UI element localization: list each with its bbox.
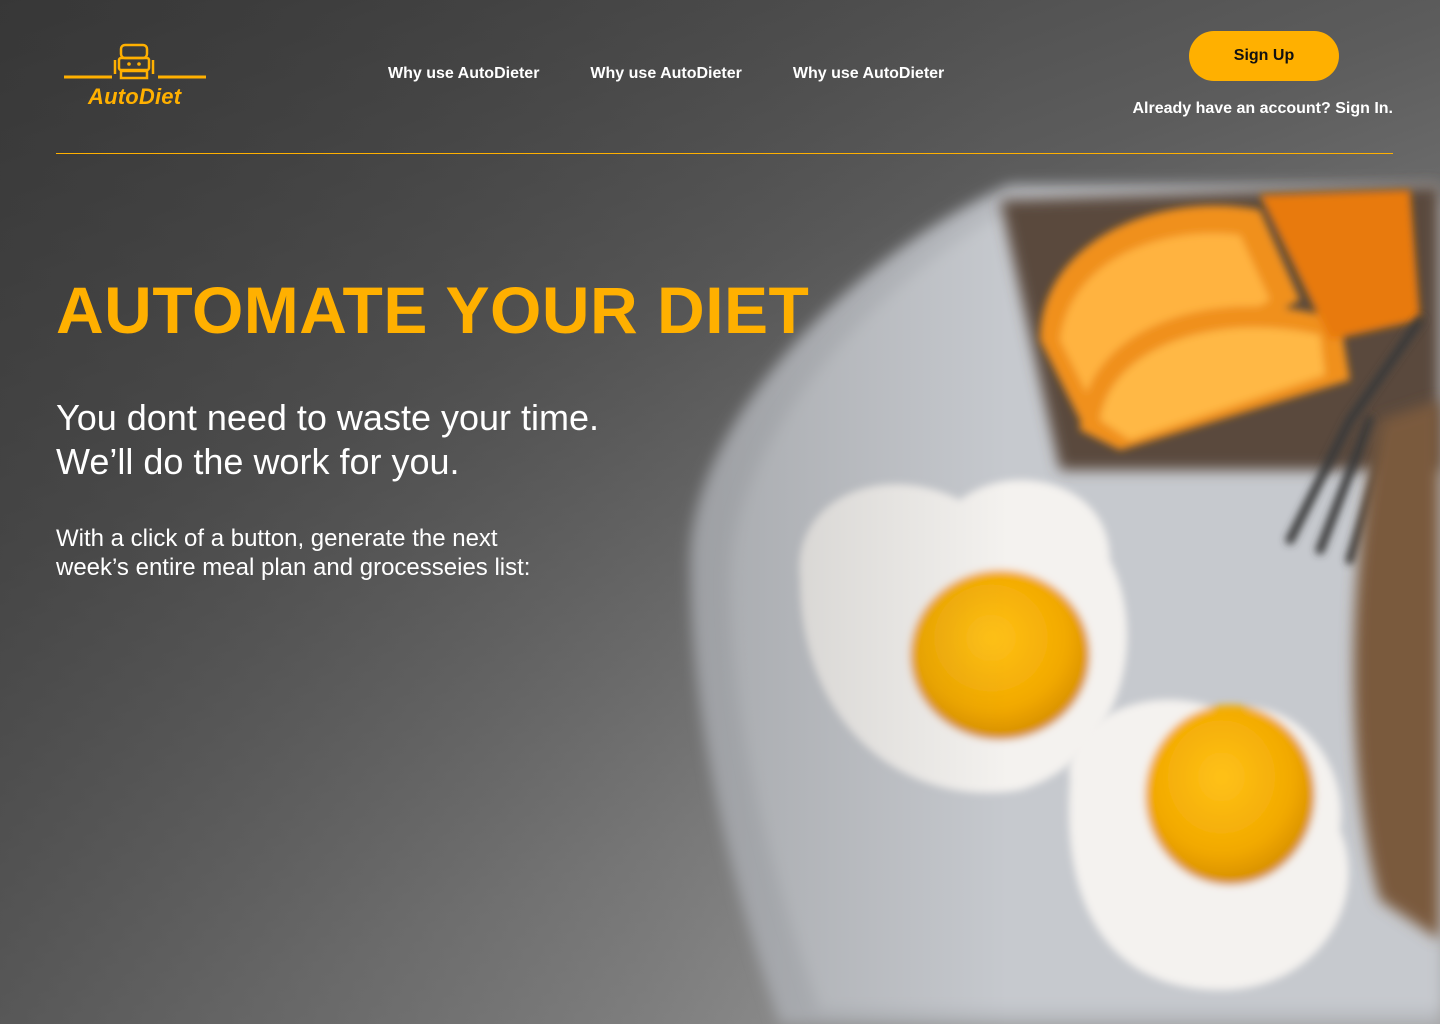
hero-description-line-1: With a click of a button, generate the n… (56, 525, 498, 552)
hero-description-line-2: week’s entire meal plan and grocesseies … (56, 554, 531, 581)
chef-robot-icon (64, 43, 206, 80)
sign-in-prompt: Already have an account? Sign In. (1132, 100, 1393, 118)
sign-up-button[interactable]: Sign Up (1189, 31, 1339, 81)
nav-link-why-use-3[interactable]: Why use AutoDieter (793, 65, 944, 83)
sign-in-link[interactable]: Sign In. (1335, 100, 1393, 117)
header-divider (56, 153, 1393, 154)
hero-subtitle-line-1: You dont need to waste your time. (56, 397, 600, 438)
nav-link-why-use-1[interactable]: Why use AutoDieter (388, 65, 539, 83)
logo-text: AutoDiet (88, 84, 182, 109)
hero-title: AUTOMATE YOUR DIET (56, 273, 810, 347)
site-header: AutoDiet Why use AutoDieter Why use Auto… (0, 0, 1440, 155)
hero-description: With a click of a button, generate the n… (56, 524, 809, 582)
hero-subtitle: You dont need to waste your time. We’ll … (56, 396, 809, 484)
sign-in-prompt-text: Already have an account? (1132, 100, 1331, 117)
main-nav: Why use AutoDieter Why use AutoDieter Wh… (388, 65, 944, 83)
logo[interactable]: AutoDiet (62, 42, 208, 112)
hero-subtitle-line-2: We’ll do the work for you. (56, 441, 460, 482)
nav-link-why-use-2[interactable]: Why use AutoDieter (590, 65, 741, 83)
hero-section: AUTOMATE YOUR DIET You dont need to wast… (56, 272, 809, 582)
